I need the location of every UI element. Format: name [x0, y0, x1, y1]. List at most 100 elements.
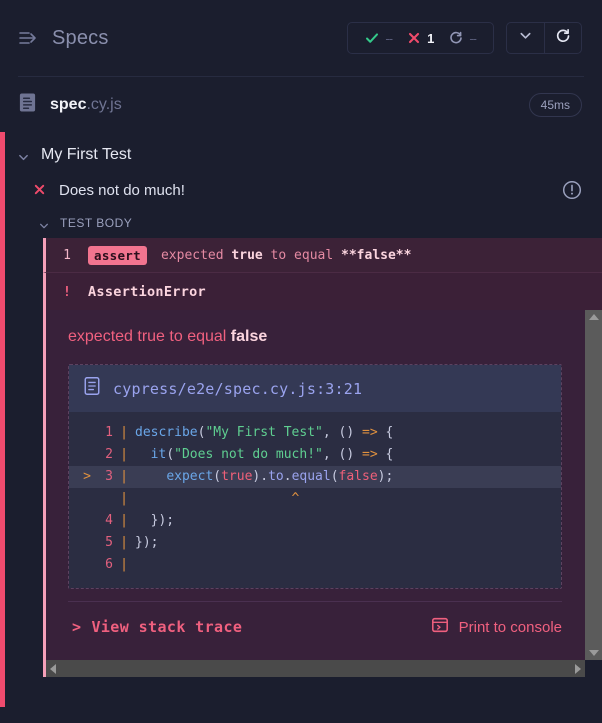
code-line-bar: |: [120, 491, 128, 506]
stat-passed-value: --: [385, 30, 393, 46]
suite-row[interactable]: My First Test: [5, 132, 602, 174]
spec-file-ext: .cy.js: [86, 95, 122, 113]
header-button-group: [506, 22, 582, 54]
stat-failed: 1: [402, 31, 439, 46]
command-number: 1: [63, 247, 71, 263]
code-line-text: });: [135, 535, 159, 550]
error-detail-panel: expected true to equal false cypress/e2e…: [43, 310, 602, 660]
code-line: 2 | it("Does not do much!", () => {: [69, 444, 561, 466]
scroll-left-arrow-icon[interactable]: [50, 663, 56, 674]
chevron-down-button[interactable]: [507, 23, 544, 53]
code-line-text: it("Does not do much!", () => {: [150, 447, 394, 462]
code-line-bar: |: [120, 513, 128, 528]
command-message-true: true: [231, 247, 263, 263]
stat-pending: --: [444, 31, 481, 46]
chevron-down-icon[interactable]: [39, 218, 50, 229]
reload-button[interactable]: [544, 23, 581, 53]
code-line-text: });: [135, 513, 175, 528]
error-message-bold: false: [230, 328, 268, 345]
view-stack-trace-button[interactable]: > View stack trace: [72, 618, 242, 636]
vertical-scrollbar[interactable]: [585, 310, 602, 660]
code-line-text: describe("My First Test", () => {: [135, 425, 394, 440]
code-line-bar: |: [120, 447, 128, 462]
scroll-down-arrow-icon[interactable]: [588, 650, 599, 656]
error-name: AssertionError: [88, 283, 206, 300]
x-icon: [33, 183, 47, 197]
code-line-bar: |: [120, 557, 128, 572]
error-bang: !: [62, 283, 72, 300]
code-line-highlighted: >3 | expect(true).to.equal(false);: [69, 466, 561, 488]
chevron-right-icon: >: [72, 618, 82, 636]
specs-header-left: Specs: [18, 27, 109, 50]
x-icon: [407, 31, 421, 45]
scroll-up-arrow-icon[interactable]: [588, 314, 599, 320]
test-title: Does not do much!: [59, 181, 185, 199]
error-footer: > View stack trace Print to console: [68, 601, 562, 652]
scroll-right-arrow-icon[interactable]: [575, 663, 581, 674]
header-controls: -- 1 --: [347, 22, 582, 54]
test-body-label: TEST BODY: [60, 216, 133, 230]
code-line: 1 | describe("My First Test", () => {: [69, 422, 561, 444]
stat-failed-value: 1: [427, 30, 435, 46]
pending-icon: [449, 31, 463, 45]
failed-test-region: My First Test Does not do much! TEST BOD…: [0, 132, 602, 707]
code-caret-line: | ^: [69, 488, 561, 510]
spec-file-name: spec.cy.js: [50, 96, 122, 114]
test-body-row[interactable]: TEST BODY: [5, 206, 602, 238]
code-line-number: 3: [105, 469, 113, 484]
test-row[interactable]: Does not do much!: [5, 174, 602, 206]
file-icon: [18, 92, 37, 118]
print-to-console-button[interactable]: Print to console: [431, 616, 562, 638]
code-file-path-text: cypress/e2e/spec.cy.js:3:21: [113, 379, 363, 398]
horizontal-scrollbar[interactable]: [43, 660, 585, 677]
command-badge: assert: [88, 245, 147, 265]
cypress-test-runner: Specs -- 1 -- spec.cy.js 45ms My First T…: [0, 0, 602, 723]
code-line-marker: [69, 510, 91, 532]
code-frame: 1 | describe("My First Test", () => { 2 | i…: [69, 412, 561, 588]
code-line-number: 5: [105, 535, 113, 550]
code-line-bar: |: [120, 425, 128, 440]
code-file-path-link[interactable]: cypress/e2e/spec.cy.js:3:21: [69, 365, 561, 412]
collapse-panel-icon[interactable]: [18, 28, 38, 48]
code-line-marker: >: [83, 469, 91, 484]
exclamation-circle-icon[interactable]: [562, 180, 582, 200]
check-icon: [365, 31, 379, 45]
view-stack-trace-label: View stack trace: [91, 618, 243, 636]
code-line-marker: [69, 554, 91, 576]
code-line-marker: [69, 488, 91, 510]
code-frame-card: cypress/e2e/spec.cy.js:3:21 1 | describe("…: [68, 364, 562, 589]
code-line-text: expect(true).to.equal(false);: [166, 469, 394, 484]
code-line-bar: |: [120, 535, 128, 550]
code-line: 4 | });: [69, 510, 561, 532]
command-message: expected true to equal **false**: [161, 248, 412, 263]
command-message-false: **false**: [341, 247, 412, 263]
code-line-marker: [69, 532, 91, 554]
error-message-prefix: expected true to equal: [68, 328, 231, 345]
spec-file-base: spec: [50, 95, 87, 113]
spec-duration-badge: 45ms: [528, 92, 582, 117]
code-caret-text: ^: [135, 491, 300, 506]
code-line-marker: [69, 444, 91, 466]
print-to-console-label: Print to console: [458, 618, 562, 636]
reload-icon: [555, 28, 571, 49]
header-bar: Specs -- 1 --: [0, 0, 602, 76]
chevron-down-icon[interactable]: [18, 150, 29, 161]
command-row-assert[interactable]: 1 assert expected true to equal **false*…: [43, 238, 602, 272]
code-line-number: 2: [105, 447, 113, 462]
code-line-number: [91, 488, 113, 510]
code-line-bar: |: [120, 469, 128, 484]
error-header-row: ! AssertionError: [43, 272, 602, 310]
file-icon: [83, 376, 101, 401]
command-log: 1 assert expected true to equal **false*…: [5, 238, 602, 310]
code-line-number: 6: [105, 557, 113, 572]
stat-pending-value: --: [469, 30, 477, 46]
code-line-marker: [69, 422, 91, 444]
code-line-number: 4: [105, 513, 113, 528]
code-line: 6 |: [69, 554, 561, 576]
suite-title: My First Test: [41, 146, 132, 163]
chevron-down-icon: [518, 28, 533, 48]
code-line-number: 1: [105, 425, 113, 440]
spec-file-row[interactable]: spec.cy.js 45ms: [0, 77, 602, 132]
code-line: 5 |});: [69, 532, 561, 554]
error-message: expected true to equal false: [68, 328, 580, 346]
